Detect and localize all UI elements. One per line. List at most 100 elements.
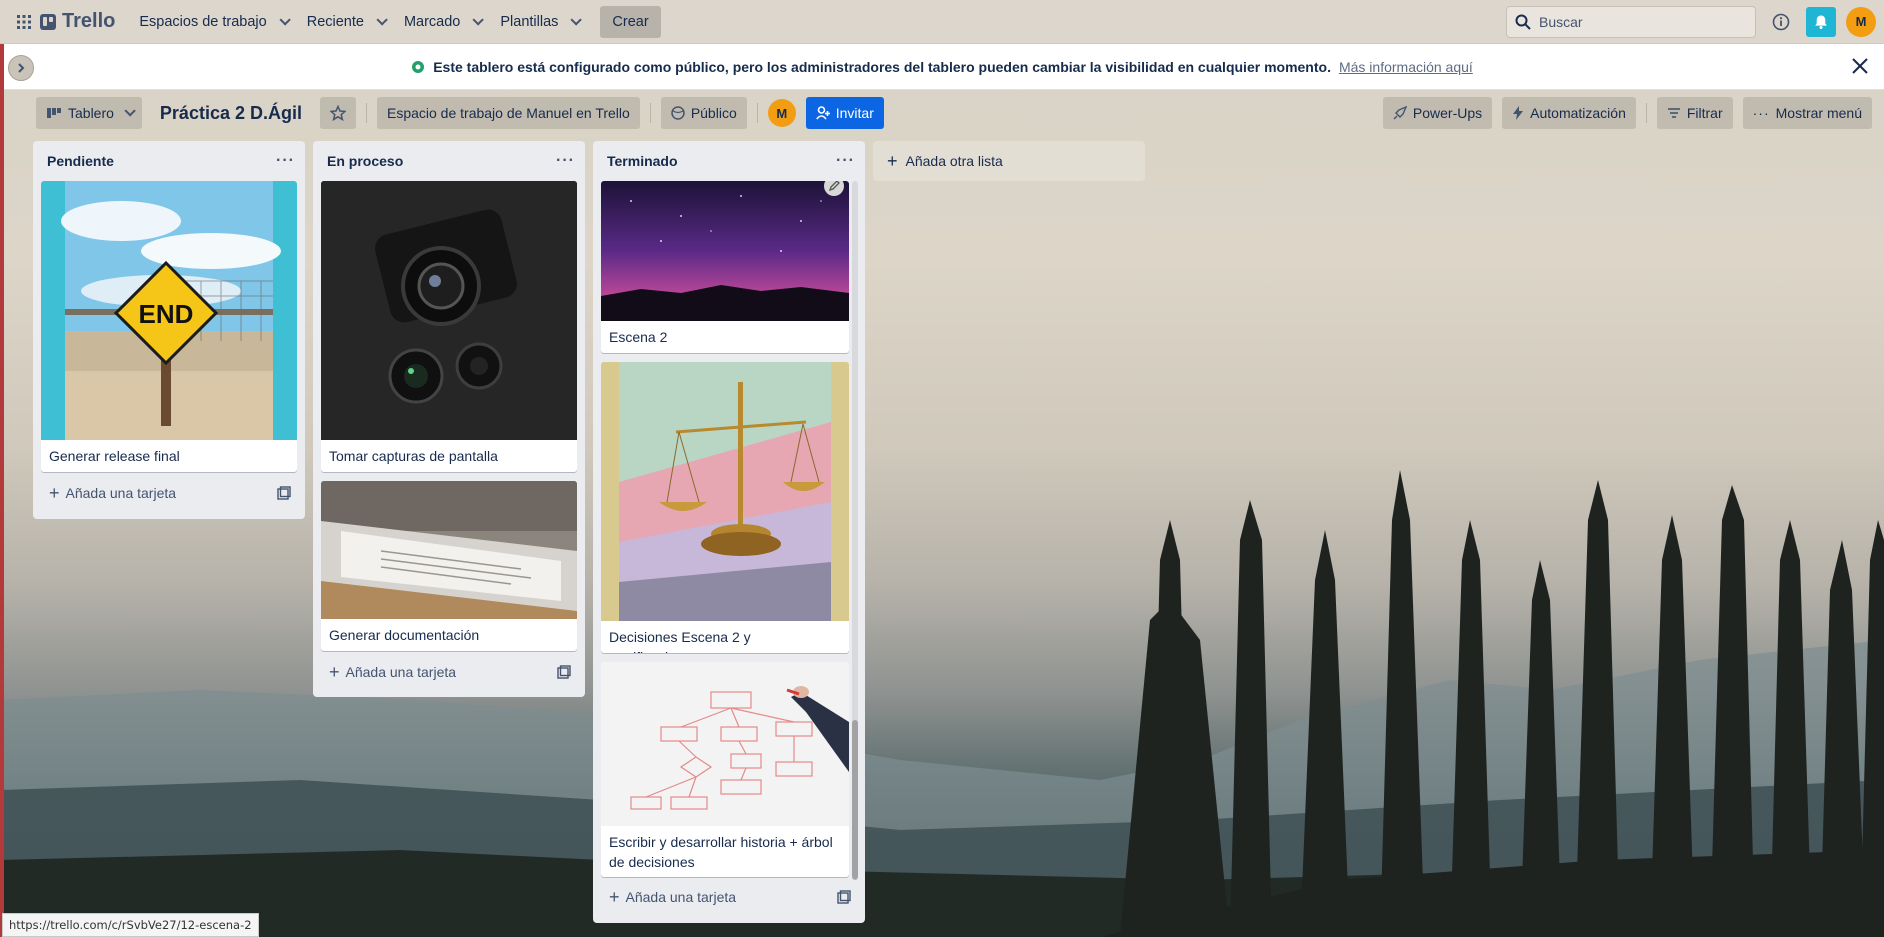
lightning-icon	[1513, 106, 1524, 120]
plus-icon: +	[329, 661, 340, 682]
app-switcher-icon[interactable]	[8, 6, 40, 38]
add-person-icon	[815, 106, 830, 120]
trello-logo-icon	[40, 13, 56, 30]
automation-button[interactable]: Automatización	[1502, 97, 1636, 129]
card-cover-image: END	[41, 181, 297, 440]
card[interactable]: Escribir y desarrollar historia + árbol …	[601, 662, 849, 877]
show-menu-button[interactable]: ··· Mostrar menú	[1742, 97, 1872, 129]
visibility-label: Público	[690, 105, 737, 121]
globe-icon	[671, 106, 685, 120]
rocket-icon	[1393, 106, 1407, 120]
template-icon[interactable]	[557, 665, 571, 679]
menu-workspaces-label: Espacios de trabajo	[139, 13, 267, 30]
card[interactable]: Generar documentación	[321, 481, 577, 651]
search-icon	[1515, 14, 1531, 30]
list-menu-icon[interactable]: ···	[276, 152, 295, 170]
add-list-button[interactable]: + Añada otra lista	[873, 141, 1145, 181]
trello-logo[interactable]: Trello	[40, 10, 115, 33]
board-view-icon	[47, 108, 61, 118]
menu-recent-label: Reciente	[306, 13, 364, 30]
list-pendiente: Pendiente ··· END Generar release final …	[33, 141, 305, 519]
list-menu-icon[interactable]: ···	[836, 152, 855, 170]
end-sign-text: END	[139, 299, 194, 329]
list-title: Pendiente	[47, 153, 114, 169]
filter-button[interactable]: Filtrar	[1656, 97, 1733, 129]
more-dots-icon: ···	[1752, 105, 1770, 121]
status-bar-url: https://trello.com/c/rSvbVe27/12-escena-…	[2, 913, 259, 937]
member-avatar[interactable]: M	[767, 99, 796, 127]
powerups-label: Power-Ups	[1412, 105, 1483, 121]
list-scrollbar-thumb[interactable]	[852, 720, 858, 880]
filter-icon	[1667, 108, 1680, 118]
powerups-button[interactable]: Power-Ups	[1382, 97, 1493, 129]
create-button[interactable]: Crear	[600, 5, 661, 38]
menu-templates-label: Plantillas	[500, 13, 559, 30]
invite-label: Invitar	[835, 105, 874, 121]
list-header[interactable]: Pendiente ···	[33, 141, 305, 181]
menu-workspaces[interactable]: Espacios de trabajo	[129, 6, 296, 38]
add-card-label: Añada una tarjeta	[65, 485, 177, 501]
divider	[756, 103, 758, 123]
card[interactable]: Decisiones Escena 2 y ramificaciones	[601, 362, 849, 653]
close-icon[interactable]	[1848, 54, 1872, 78]
plus-icon: +	[887, 150, 898, 171]
add-card-button[interactable]: + Añada una tarjeta	[41, 477, 297, 509]
board-title[interactable]: Práctica 2 D.Ágil	[152, 103, 310, 124]
add-card-button[interactable]: + Añada una tarjeta	[321, 656, 577, 688]
card-title: Generar documentación	[329, 627, 480, 643]
menu-starred-label: Marcado	[403, 13, 461, 30]
card[interactable]: Tomar capturas de pantalla	[321, 181, 577, 472]
add-card-button[interactable]: + Añada una tarjeta	[601, 881, 857, 913]
card-cover-image	[601, 662, 849, 826]
card-title: Escribir y desarrollar historia + árbol …	[609, 834, 833, 870]
top-navigation: Trello Espacios de trabajo Reciente Marc…	[0, 0, 1884, 44]
search-input[interactable]: Buscar	[1506, 5, 1756, 38]
edit-pencil-icon[interactable]	[823, 181, 845, 197]
invite-button[interactable]: Invitar	[805, 97, 884, 129]
notifications-bell-icon[interactable]	[1806, 6, 1836, 37]
visibility-button[interactable]: Público	[660, 97, 747, 129]
workspace-button[interactable]: Espacio de trabajo de Manuel en Trello	[376, 97, 640, 129]
list-title: En proceso	[327, 153, 404, 169]
user-avatar[interactable]: M	[1846, 6, 1876, 37]
star-board-button[interactable]	[319, 97, 356, 129]
menu-templates[interactable]: Plantillas	[490, 6, 588, 38]
info-icon[interactable]	[1766, 7, 1796, 37]
add-list-label: Añada otra lista	[905, 153, 1003, 169]
card-title: Escena 2	[609, 329, 668, 345]
list-menu-icon[interactable]: ···	[556, 152, 575, 170]
card-cover-image	[321, 481, 577, 619]
menu-starred[interactable]: Marcado	[394, 6, 490, 38]
list-terminado: Terminado ··· Escena 2 Decisiones Escena…	[593, 141, 865, 923]
window-edge	[0, 44, 4, 937]
brand-name: Trello	[62, 10, 116, 32]
add-card-label: Añada una tarjeta	[345, 664, 457, 680]
chevron-down-icon	[570, 13, 583, 26]
banner-learn-more-link[interactable]: Más información aquí	[1339, 59, 1473, 75]
card[interactable]: Escena 2	[601, 181, 849, 353]
add-card-label: Añada una tarjeta	[625, 889, 737, 905]
plus-icon: +	[49, 482, 60, 503]
divider	[1645, 103, 1647, 123]
list-header[interactable]: Terminado ···	[593, 141, 865, 181]
template-icon[interactable]	[277, 486, 291, 500]
divider	[649, 103, 651, 123]
sidebar-toggle-button[interactable]	[8, 55, 34, 81]
template-icon[interactable]	[837, 890, 851, 904]
card[interactable]: END Generar release final	[41, 181, 297, 472]
view-switcher-button[interactable]: Tablero	[36, 97, 142, 129]
banner-message: Este tablero está configurado como públi…	[433, 58, 1331, 75]
card-cover-image	[601, 181, 849, 321]
chevron-down-icon	[279, 13, 291, 26]
menu-recent[interactable]: Reciente	[297, 6, 394, 38]
card-title: Generar release final	[49, 448, 180, 464]
star-icon	[329, 105, 346, 121]
list-en-proceso: En proceso ··· Tomar capturas de pantall…	[313, 141, 585, 697]
chevron-right-icon	[18, 63, 25, 73]
card-cover-image	[321, 181, 577, 440]
filter-label: Filtrar	[1686, 105, 1723, 121]
automation-label: Automatización	[1530, 105, 1626, 121]
list-header[interactable]: En proceso ···	[313, 141, 585, 181]
board-header: Tablero Práctica 2 D.Ágil Espacio de tra…	[36, 96, 1872, 130]
show-menu-label: Mostrar menú	[1775, 105, 1862, 121]
